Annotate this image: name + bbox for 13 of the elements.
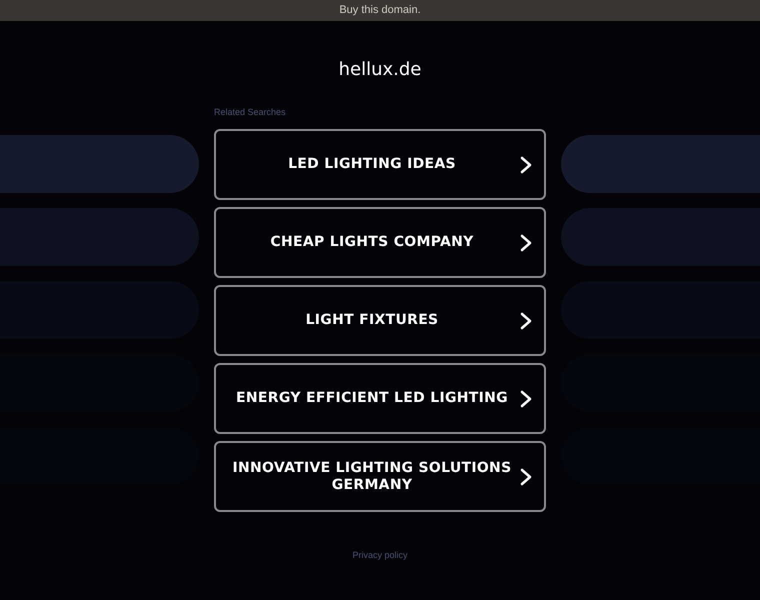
chevron-right-icon xyxy=(520,468,532,486)
chevron-right-icon xyxy=(520,156,532,174)
related-link-button[interactable]: ENERGY EFFICIENT LED LIGHTING xyxy=(214,363,546,434)
chevron-right-icon xyxy=(520,312,532,330)
related-link-button[interactable]: LIGHT FIXTURES xyxy=(214,285,546,356)
buy-domain-link[interactable]: Buy this domain. xyxy=(339,2,421,19)
chevron-right-icon xyxy=(520,390,532,408)
related-link-button[interactable]: INNOVATIVE LIGHTING SOLUTIONS GERMANY xyxy=(214,441,546,512)
related-link-button[interactable]: CHEAP LIGHTS COMPANY xyxy=(214,207,546,278)
related-link-button[interactable]: LED LIGHTING IDEAS xyxy=(214,129,546,200)
site-title: hellux.de xyxy=(338,58,422,82)
related-heading: Related Searches xyxy=(214,107,286,117)
chevron-right-icon xyxy=(520,234,532,252)
